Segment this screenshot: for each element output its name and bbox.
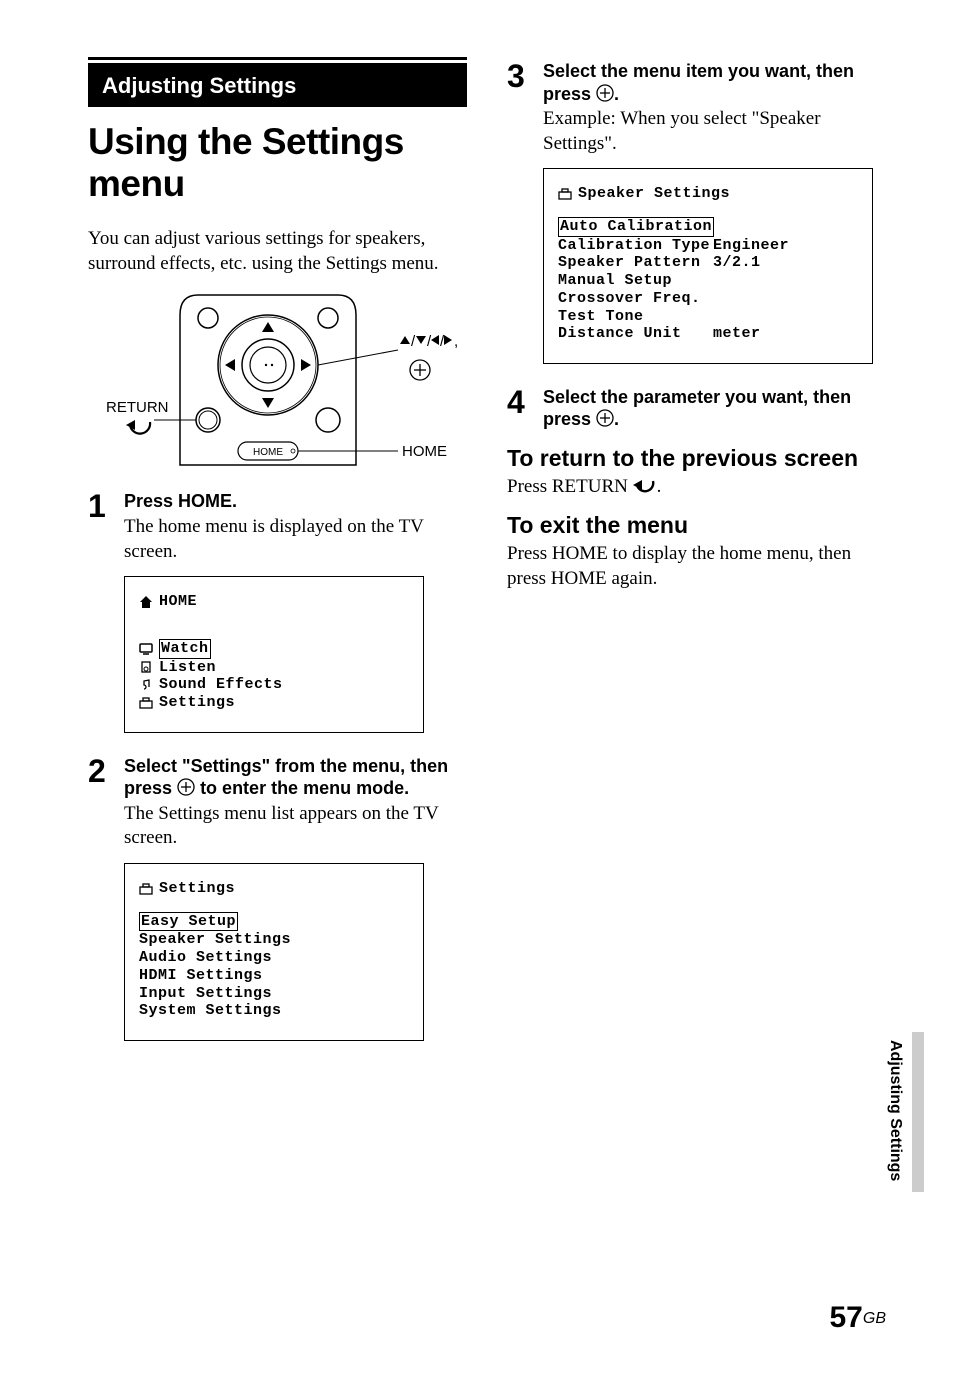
return-body: Press RETURN . — [507, 475, 886, 500]
return-label: RETURN — [106, 399, 169, 416]
speaker-row-label: Crossover Freq. — [558, 290, 701, 307]
home-menu-screenshot: HOME Watch Listen Sound Effects Settings — [124, 576, 424, 732]
speaker-row-label: Auto Calibration — [558, 217, 714, 237]
exit-heading: To exit the menu — [507, 512, 886, 538]
step2-desc: The Settings menu list appears on the TV… — [124, 802, 467, 851]
speaker-row-value: 3/2.1 — [713, 254, 761, 271]
step3-desc: Example: When you select "Speaker Settin… — [543, 107, 886, 156]
speaker-settings-screenshot: Speaker Settings Auto Calibration Calibr… — [543, 168, 873, 364]
settings-item: Audio Settings — [139, 949, 409, 967]
step4-heading: Select the parameter you want, then pres… — [543, 386, 886, 431]
settings-item: Easy Setup — [139, 912, 238, 932]
return-icon — [633, 477, 657, 495]
screen-title: Settings — [159, 880, 235, 898]
settings-item: HDMI Settings — [139, 967, 409, 985]
page-number: 57GB — [830, 1301, 887, 1335]
step1-desc: The home menu is displayed on the TV scr… — [124, 515, 467, 564]
side-tab-mark — [912, 1032, 924, 1192]
settings-menu-screenshot: Settings Easy Setup Speaker Settings Aud… — [124, 863, 424, 1041]
home-icon — [139, 595, 153, 609]
note-icon — [139, 679, 153, 691]
settings-item: Speaker Settings — [139, 931, 409, 949]
home-button-label: HOME — [253, 447, 283, 458]
step-number: 4 — [507, 386, 543, 418]
screen-title: Speaker Settings — [578, 185, 730, 203]
step3-heading: Select the menu item you want, then pres… — [543, 60, 886, 105]
step-number: 2 — [88, 755, 124, 787]
side-tab: Adjusting Settings — [886, 1040, 904, 1181]
remote-diagram: HOME RETURN / / / , — [98, 290, 458, 470]
step-number: 1 — [88, 490, 124, 522]
step2-heading: Select "Settings" from the menu, then pr… — [124, 755, 467, 800]
menu-item-settings: Settings — [159, 694, 235, 712]
speaker-row-value: Engineer — [713, 237, 789, 254]
svg-text:,: , — [454, 333, 458, 350]
speaker-icon — [139, 661, 153, 673]
menu-item-listen: Listen — [159, 659, 216, 677]
speaker-row-label: Calibration Type — [558, 237, 713, 255]
speaker-row-label: Distance Unit — [558, 325, 713, 343]
return-heading: To return to the previous screen — [507, 445, 886, 471]
enter-icon — [596, 409, 614, 427]
section-header: Adjusting Settings — [88, 60, 467, 107]
step1-heading: Press HOME. — [124, 490, 467, 513]
enter-icon — [177, 778, 195, 796]
settings-item: Input Settings — [139, 985, 409, 1003]
menu-item-sound: Sound Effects — [159, 676, 283, 694]
settings-item: System Settings — [139, 1002, 409, 1020]
toolbox-icon — [558, 188, 572, 200]
svg-text:/: / — [411, 333, 416, 350]
intro-paragraph: You can adjust various settings for spea… — [88, 227, 467, 276]
tv-icon — [139, 643, 153, 655]
speaker-row-label: Speaker Pattern — [558, 254, 713, 272]
toolbox-icon — [139, 883, 153, 895]
speaker-row-label: Test Tone — [558, 308, 644, 325]
speaker-row-value: meter — [713, 325, 761, 342]
toolbox-icon — [139, 697, 153, 709]
exit-body: Press HOME to display the home menu, the… — [507, 542, 886, 591]
enter-icon — [596, 84, 614, 102]
screen-title: HOME — [159, 593, 197, 611]
page-title: Using the Settings menu — [88, 121, 467, 205]
home-label: HOME — [402, 443, 447, 460]
speaker-row-label: Manual Setup — [558, 272, 672, 289]
step-number: 3 — [507, 60, 543, 92]
svg-text:/: / — [427, 333, 432, 350]
menu-item-watch: Watch — [159, 639, 211, 659]
